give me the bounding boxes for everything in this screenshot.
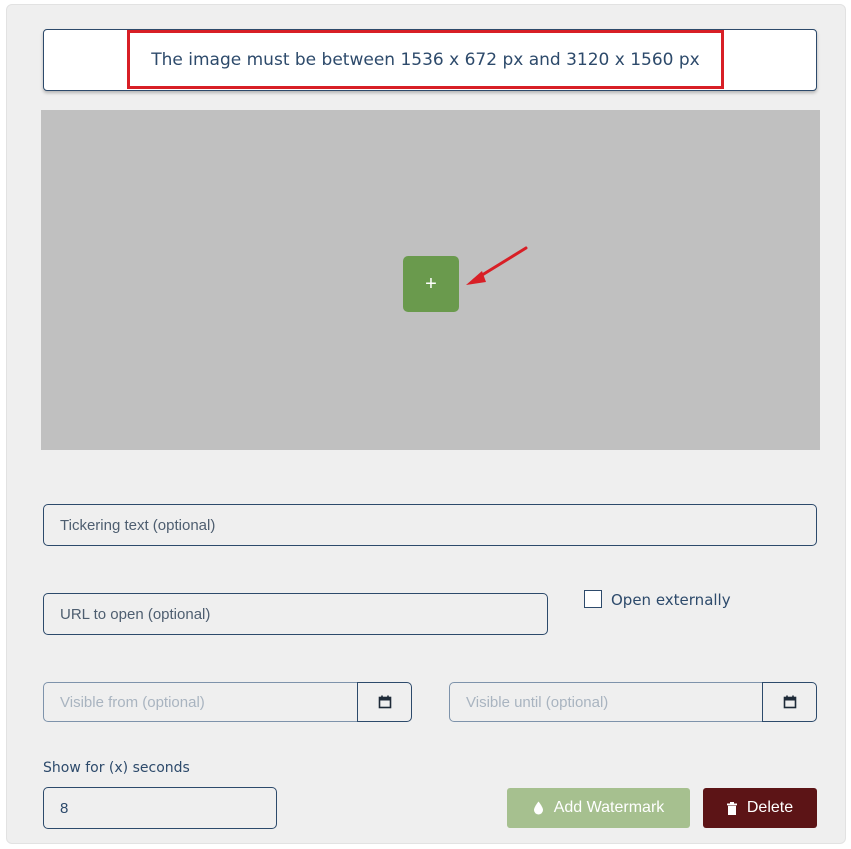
open-externally-label: Open externally xyxy=(611,591,731,609)
calendar-icon xyxy=(378,695,391,709)
plus-icon: + xyxy=(425,273,437,295)
trash-icon xyxy=(726,801,737,815)
show-for-label: Show for (x) seconds xyxy=(43,760,190,776)
droplet-icon xyxy=(533,801,544,815)
calendar-icon xyxy=(783,695,796,709)
delete-button[interactable]: Delete xyxy=(703,788,817,828)
add-watermark-label: Add Watermark xyxy=(553,799,665,816)
visible-from-calendar-button[interactable] xyxy=(357,682,412,722)
image-size-notice-text: The image must be between 1536 x 672 px … xyxy=(151,49,700,70)
open-externally-checkbox[interactable] xyxy=(584,590,602,608)
arrow-annotation-icon xyxy=(466,246,528,285)
visible-from-input[interactable]: Visible from (optional) xyxy=(43,682,358,722)
visible-until-input[interactable]: Visible until (optional) xyxy=(449,682,763,722)
visible-until-calendar-button[interactable] xyxy=(762,682,817,722)
url-input[interactable]: URL to open (optional) xyxy=(43,593,548,635)
ticker-text-input[interactable]: Tickering text (optional) xyxy=(43,504,817,546)
add-image-button[interactable]: + xyxy=(403,256,459,312)
show-for-seconds-input[interactable]: 8 xyxy=(43,787,277,829)
delete-label: Delete xyxy=(746,799,794,816)
add-watermark-button[interactable]: Add Watermark xyxy=(507,788,690,828)
